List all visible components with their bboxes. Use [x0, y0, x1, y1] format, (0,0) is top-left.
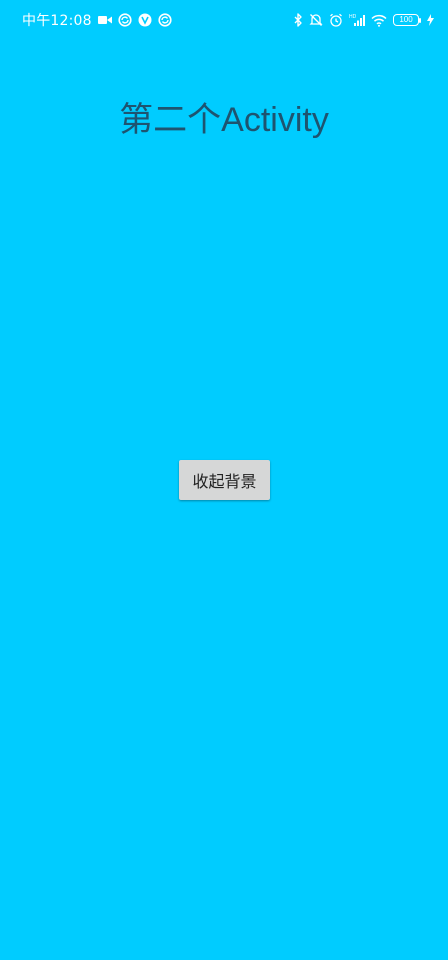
- status-time: 中午12:08: [22, 13, 92, 29]
- battery-icon: 100: [393, 14, 421, 26]
- video-camera-icon: [97, 15, 112, 25]
- sync-icon: [158, 13, 172, 27]
- alarm-icon: [329, 13, 343, 27]
- status-bar-left: 中午12:08: [22, 10, 172, 30]
- charging-icon: [427, 14, 434, 26]
- sync-icon: [118, 13, 132, 27]
- signal-icon: HD: [349, 13, 365, 27]
- collapse-background-button[interactable]: 收起背景: [179, 460, 270, 500]
- battery-level: 100: [399, 15, 413, 24]
- vpn-icon: [138, 13, 152, 27]
- status-bar: 中午12:08 HD 100: [0, 0, 448, 40]
- svg-text:HD: HD: [349, 14, 357, 20]
- mute-bell-icon: [309, 13, 323, 27]
- status-bar-right: HD 100: [294, 10, 434, 30]
- wifi-icon: [371, 14, 387, 27]
- activity-title: 第二个Activity: [119, 101, 329, 139]
- bluetooth-icon: [294, 13, 303, 27]
